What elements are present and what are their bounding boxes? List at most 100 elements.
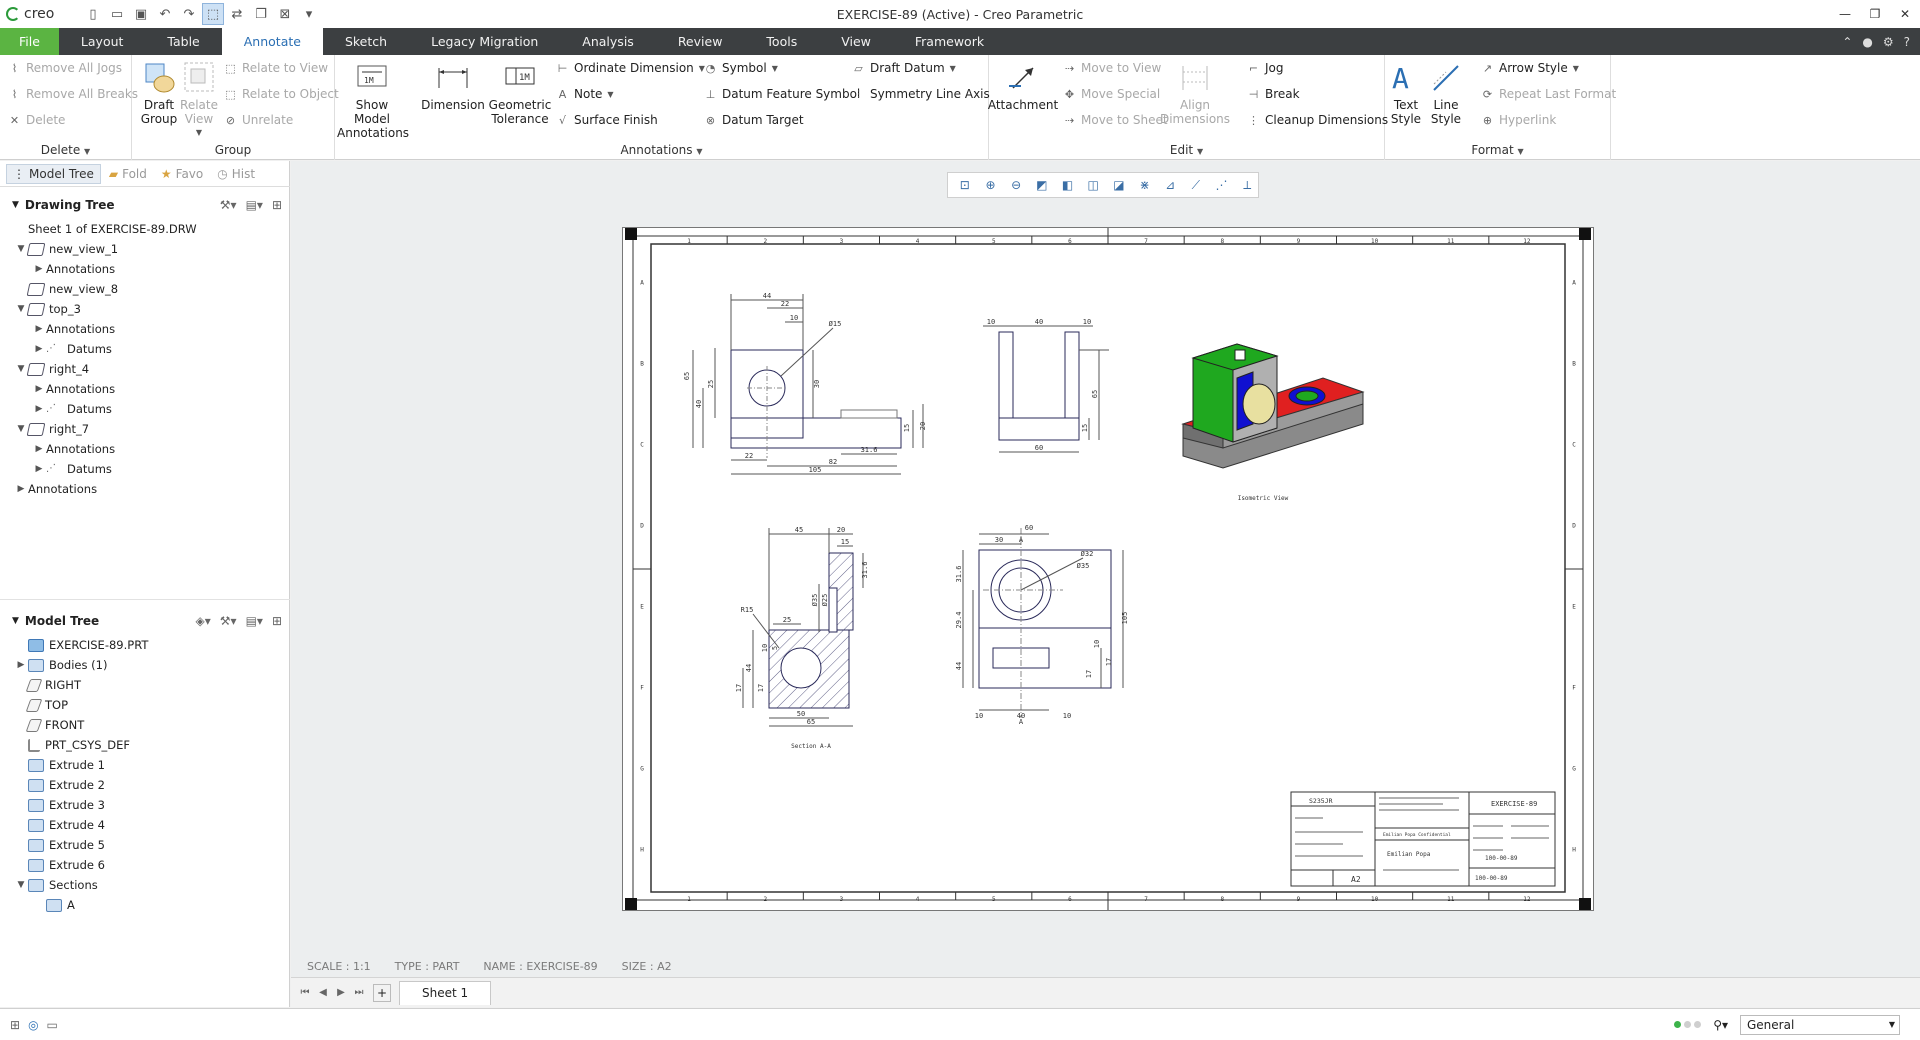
tree-item[interactable]: Extrude 1: [0, 755, 290, 775]
dimension-text[interactable]: 10: [1093, 640, 1101, 648]
tree-item[interactable]: ▼ right_4: [0, 359, 290, 379]
expand-toggle-icon[interactable]: ▼: [14, 424, 28, 434]
expand-toggle-icon[interactable]: ▼: [14, 304, 28, 314]
symmetry-line-axis-button[interactable]: ⫶ Symmetry Line Axis: [852, 87, 990, 101]
arrow-style-button[interactable]: ↗ Arrow Style ▼: [1481, 61, 1579, 75]
dimension-text[interactable]: 40: [695, 400, 703, 408]
dimension-text[interactable]: 82: [829, 458, 837, 466]
tab-framework[interactable]: Framework: [893, 28, 1006, 55]
tab-view[interactable]: View: [819, 28, 893, 55]
dimension-text[interactable]: 29.4: [955, 612, 963, 629]
expand-toggle-icon[interactable]: ▼: [14, 880, 28, 890]
tree-item[interactable]: ▶ Annotations: [0, 379, 290, 399]
model-tree-collapse-icon[interactable]: ▼: [12, 616, 19, 626]
expand-toggle-icon[interactable]: ▼: [14, 244, 28, 254]
note-button[interactable]: A Note ▼: [556, 87, 614, 101]
csys-display-icon[interactable]: ⟂: [1236, 175, 1258, 195]
last-sheet-icon[interactable]: ⏭: [351, 987, 367, 998]
tree-item[interactable]: Extrude 4: [0, 815, 290, 835]
datum-target-button[interactable]: ⊗ Datum Target: [704, 113, 804, 127]
panel-splitter[interactable]: [0, 599, 290, 600]
dimension-text[interactable]: Ø25: [821, 594, 829, 607]
move-to-view-button[interactable]: ⇢ Move to View: [1063, 61, 1161, 75]
undo-icon[interactable]: ↶: [154, 3, 176, 25]
unrelate-button[interactable]: ⊘ Unrelate: [224, 113, 293, 127]
dimension-text[interactable]: 10: [1063, 712, 1071, 720]
annotation-display-icon[interactable]: ⊿: [1159, 175, 1181, 195]
show-navigator-icon[interactable]: ⊞: [10, 1018, 20, 1032]
tree-item[interactable]: ▼ right_7: [0, 419, 290, 439]
minimize-icon[interactable]: —: [1830, 0, 1860, 28]
front-view[interactable]: [692, 294, 924, 475]
tree-item[interactable]: EXERCISE-89.PRT: [0, 635, 290, 655]
dimension-text[interactable]: 15: [903, 424, 911, 432]
dimension-text[interactable]: 15: [1081, 424, 1089, 432]
dimension-text[interactable]: 25: [707, 380, 715, 388]
tree-item[interactable]: ▶ ⋰ Datums: [0, 399, 290, 419]
panel-tab-favorites[interactable]: ★ Favo: [155, 165, 209, 183]
isometric-view[interactable]: [1181, 343, 1365, 469]
tree-item[interactable]: new_view_8: [0, 279, 290, 299]
expand-toggle-icon[interactable]: ▶: [14, 660, 28, 670]
dimension-text[interactable]: 17: [1085, 670, 1093, 678]
expand-toggle-icon[interactable]: ▼: [14, 364, 28, 374]
dimension-text[interactable]: 22: [781, 300, 789, 308]
refit-icon[interactable]: ⊡: [954, 175, 976, 195]
saved-orientations-icon[interactable]: ◫: [1082, 175, 1104, 195]
dimension-text[interactable]: Ø32: [1081, 550, 1094, 558]
tree-item[interactable]: PRT_CSYS_DEF: [0, 735, 290, 755]
browser-icon[interactable]: ◎: [28, 1018, 38, 1032]
customize-qat-icon[interactable]: ▾: [298, 3, 320, 25]
move-special-button[interactable]: ✥ Move Special: [1063, 87, 1160, 101]
help-icon[interactable]: ?: [1904, 35, 1910, 49]
relate-to-view-button[interactable]: ⬚ Relate to View: [224, 61, 328, 75]
collapse-ribbon-icon[interactable]: ⌃: [1842, 35, 1852, 49]
repeat-last-format-button[interactable]: ⟳ Repeat Last Format: [1481, 87, 1616, 101]
tree-item[interactable]: ▶ Annotations: [0, 259, 290, 279]
first-sheet-icon[interactable]: ⏮: [297, 987, 313, 998]
selection-filter-dropdown[interactable]: General ▼: [1740, 1014, 1900, 1035]
show-model-annotations-button[interactable]: 1M Show Model Annotations: [337, 59, 409, 140]
model-tree-columns-icon[interactable]: ▤▾: [246, 614, 263, 628]
tree-item[interactable]: ▼ top_3: [0, 299, 290, 319]
symbol-button[interactable]: ◔ Symbol ▼: [704, 61, 778, 75]
ordinate-dimension-button[interactable]: ⊢ Ordinate Dimension ▼: [556, 61, 705, 75]
format-group-label[interactable]: Format ▼: [1385, 143, 1610, 157]
expand-toggle-icon[interactable]: ▶: [32, 344, 46, 354]
find-icon[interactable]: ⚲▾: [1713, 1018, 1728, 1032]
jog-button[interactable]: ⌐ Jog: [1247, 61, 1284, 75]
settings-icon[interactable]: ⚙: [1883, 35, 1894, 49]
dimension-text[interactable]: 31.6: [955, 566, 963, 583]
tree-item[interactable]: ▶ ⋰ Datums: [0, 459, 290, 479]
tree-item[interactable]: RIGHT: [0, 675, 290, 695]
edit-group-label[interactable]: Edit ▼: [989, 143, 1384, 157]
datum-feature-symbol-button[interactable]: ⊥ Datum Feature Symbol: [704, 87, 861, 101]
delete-group-label[interactable]: Delete ▼: [0, 143, 131, 157]
zoom-out-icon[interactable]: ⊖: [1005, 175, 1027, 195]
tree-settings-icon[interactable]: ⚒▾: [220, 198, 237, 212]
tree-item[interactable]: ▼ new_view_1: [0, 239, 290, 259]
draft-group-button[interactable]: Draft Group: [136, 59, 182, 126]
tab-table[interactable]: Table: [145, 28, 221, 55]
dimension-text[interactable]: 60: [1035, 444, 1043, 452]
close-icon[interactable]: ✕: [1890, 0, 1920, 28]
dimension-text[interactable]: 10: [761, 644, 769, 652]
top-view[interactable]: [962, 528, 1124, 718]
dimension-text[interactable]: 20: [919, 422, 927, 430]
dimension-text[interactable]: 5: [771, 646, 779, 650]
dimension-text[interactable]: 31.6: [861, 562, 869, 579]
tab-sketch[interactable]: Sketch: [323, 28, 409, 55]
remove-all-breaks-button[interactable]: ⌇ Remove All Breaks: [8, 87, 138, 101]
restore-icon[interactable]: ❐: [1860, 0, 1890, 28]
dimension-text[interactable]: Ø35: [811, 594, 819, 607]
drawing-tree-header[interactable]: ▼ Drawing Tree ⚒▾ ▤▾ ⊞: [0, 193, 290, 217]
user-icon[interactable]: ●: [1862, 35, 1872, 49]
tab-legacy-migration[interactable]: Legacy Migration: [409, 28, 560, 55]
attachment-button[interactable]: Attachment: [988, 59, 1058, 112]
zoom-in-icon[interactable]: ⊕: [980, 175, 1002, 195]
panel-tab-history[interactable]: ◷ Hist: [211, 165, 261, 183]
point-display-icon[interactable]: ⋰: [1211, 175, 1233, 195]
tab-tools[interactable]: Tools: [744, 28, 819, 55]
tab-analysis[interactable]: Analysis: [560, 28, 656, 55]
dimension-text[interactable]: 44: [745, 664, 753, 672]
